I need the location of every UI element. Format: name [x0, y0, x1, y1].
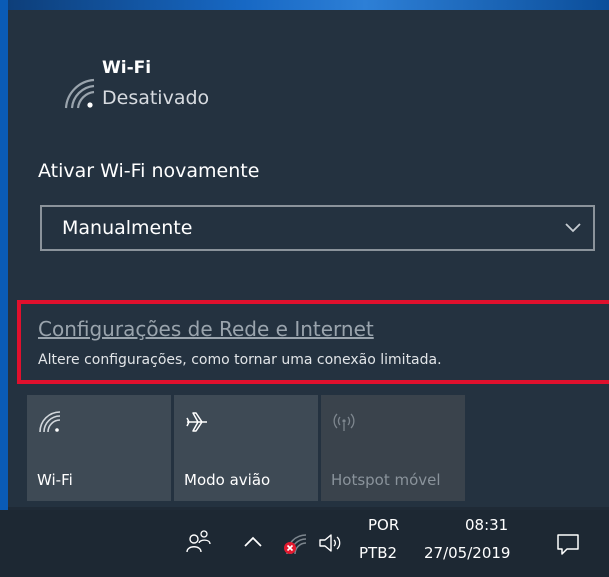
wifi-icon	[39, 411, 61, 433]
highlight-box	[17, 300, 609, 384]
show-hidden-icons-chevron-up-icon[interactable]	[243, 535, 263, 549]
volume-icon[interactable]	[318, 532, 344, 554]
network-settings-description: Altere configurações, como tornar uma co…	[38, 352, 442, 368]
clock-date[interactable]: 27/05/2019	[424, 544, 510, 562]
quick-action-mobile-hotspot[interactable]: Hotspot móvel	[321, 395, 465, 501]
wifi-network-name: Wi-Fi	[102, 58, 152, 78]
wifi-disabled-icon	[64, 78, 95, 109]
input-language[interactable]: POR	[368, 516, 399, 534]
action-center-icon[interactable]	[554, 530, 582, 558]
desktop-background-edge	[0, 0, 8, 577]
tile-label-wifi: Wi-Fi	[37, 471, 73, 489]
hotspot-icon	[333, 413, 355, 431]
network-error-icon[interactable]	[282, 530, 308, 556]
quick-action-wifi[interactable]: Wi-Fi	[27, 395, 171, 501]
dropdown-selected-value: Manualmente	[62, 217, 193, 239]
tile-label-hotspot: Hotspot móvel	[331, 471, 441, 489]
wifi-status-text: Desativado	[102, 87, 210, 109]
reactivate-wifi-label: Ativar Wi-Fi novamente	[38, 160, 260, 182]
tile-label-airplane: Modo avião	[184, 471, 271, 489]
quick-action-airplane-mode[interactable]: Modo avião	[174, 395, 318, 501]
people-icon[interactable]	[185, 527, 213, 555]
reactivate-wifi-dropdown[interactable]: Manualmente	[40, 205, 595, 251]
keyboard-layout[interactable]: PTB2	[359, 544, 397, 562]
clock-time[interactable]: 08:31	[465, 516, 508, 534]
airplane-icon	[186, 412, 207, 432]
network-settings-link[interactable]: Configurações de Rede e Internet	[38, 317, 374, 341]
chevron-down-icon	[565, 223, 581, 233]
